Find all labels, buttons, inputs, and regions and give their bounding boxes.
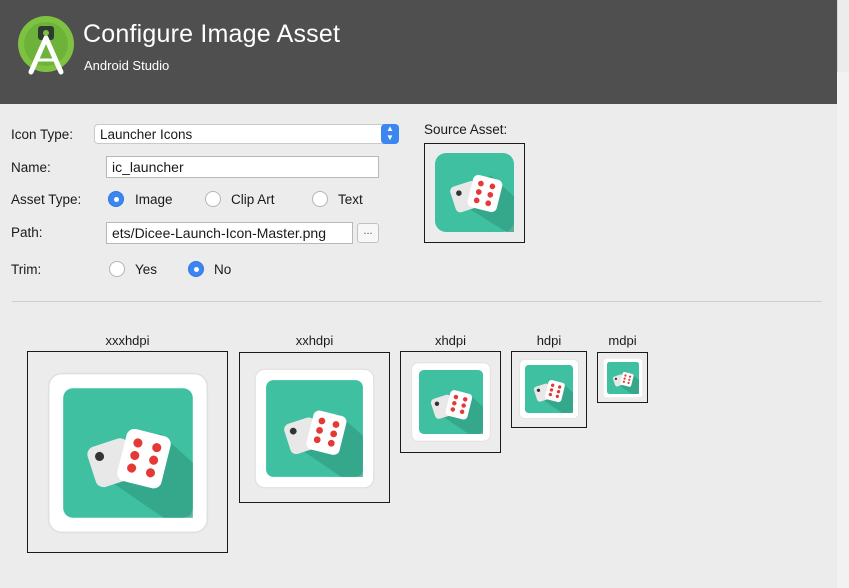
asset-type-clipart-label[interactable]: Clip Art <box>231 192 275 207</box>
section-divider <box>12 301 822 302</box>
preview-xxhdpi <box>239 352 390 503</box>
preview-hdpi <box>511 351 587 428</box>
preview-mdpi <box>597 352 648 403</box>
dialog-title: Configure Image Asset <box>83 20 341 48</box>
asset-type-image-radio[interactable] <box>108 191 124 207</box>
dice-launcher-icon <box>254 368 375 489</box>
dice-launcher-icon <box>603 358 643 398</box>
trim-label: Trim: <box>11 262 42 277</box>
density-label-xxhdpi: xxhdpi <box>295 333 334 348</box>
asset-type-clipart-radio[interactable] <box>205 191 221 207</box>
density-label-xxxhdpi: xxxhdpi <box>105 333 150 348</box>
name-label: Name: <box>11 160 51 175</box>
browse-button[interactable]: ... <box>357 223 379 243</box>
path-label: Path: <box>11 225 43 240</box>
icon-type-select[interactable]: Launcher Icons ▲ ▼ <box>94 124 399 144</box>
asset-type-text-label[interactable]: Text <box>338 192 363 207</box>
dialog-subtitle: Android Studio <box>84 58 170 73</box>
source-asset-label: Source Asset: <box>424 122 508 137</box>
source-asset-preview <box>424 143 525 243</box>
path-field[interactable]: ets/Dicee-Launch-Icon-Master.png <box>106 222 353 244</box>
density-label-xhdpi: xhdpi <box>434 333 467 348</box>
trim-no-label[interactable]: No <box>214 262 231 277</box>
dice-launcher-icon <box>519 359 579 419</box>
icon-type-label: Icon Type: <box>11 127 74 142</box>
trim-yes-label[interactable]: Yes <box>135 262 157 277</box>
icon-type-value: Launcher Icons <box>100 127 193 142</box>
density-label-hdpi: hdpi <box>536 333 562 348</box>
dice-launcher-icon <box>47 372 209 534</box>
trim-no-radio[interactable] <box>188 261 204 277</box>
dice-launcher-icon <box>435 153 514 232</box>
chevron-up-down-icon[interactable]: ▲ ▼ <box>381 124 399 144</box>
dice-launcher-icon <box>411 362 491 442</box>
name-field[interactable]: ic_launcher <box>106 156 379 178</box>
asset-type-text-radio[interactable] <box>312 191 328 207</box>
android-studio-logo-icon <box>18 16 74 75</box>
preview-xxxhdpi <box>27 351 228 553</box>
density-label-mdpi: mdpi <box>608 333 637 348</box>
dialog-header: Configure Image Asset Android Studio <box>0 0 837 104</box>
trim-yes-radio[interactable] <box>109 261 125 277</box>
preview-xhdpi <box>400 351 501 453</box>
window-edge <box>837 0 849 588</box>
asset-type-image-label[interactable]: Image <box>135 192 173 207</box>
asset-type-label: Asset Type: <box>11 192 82 207</box>
